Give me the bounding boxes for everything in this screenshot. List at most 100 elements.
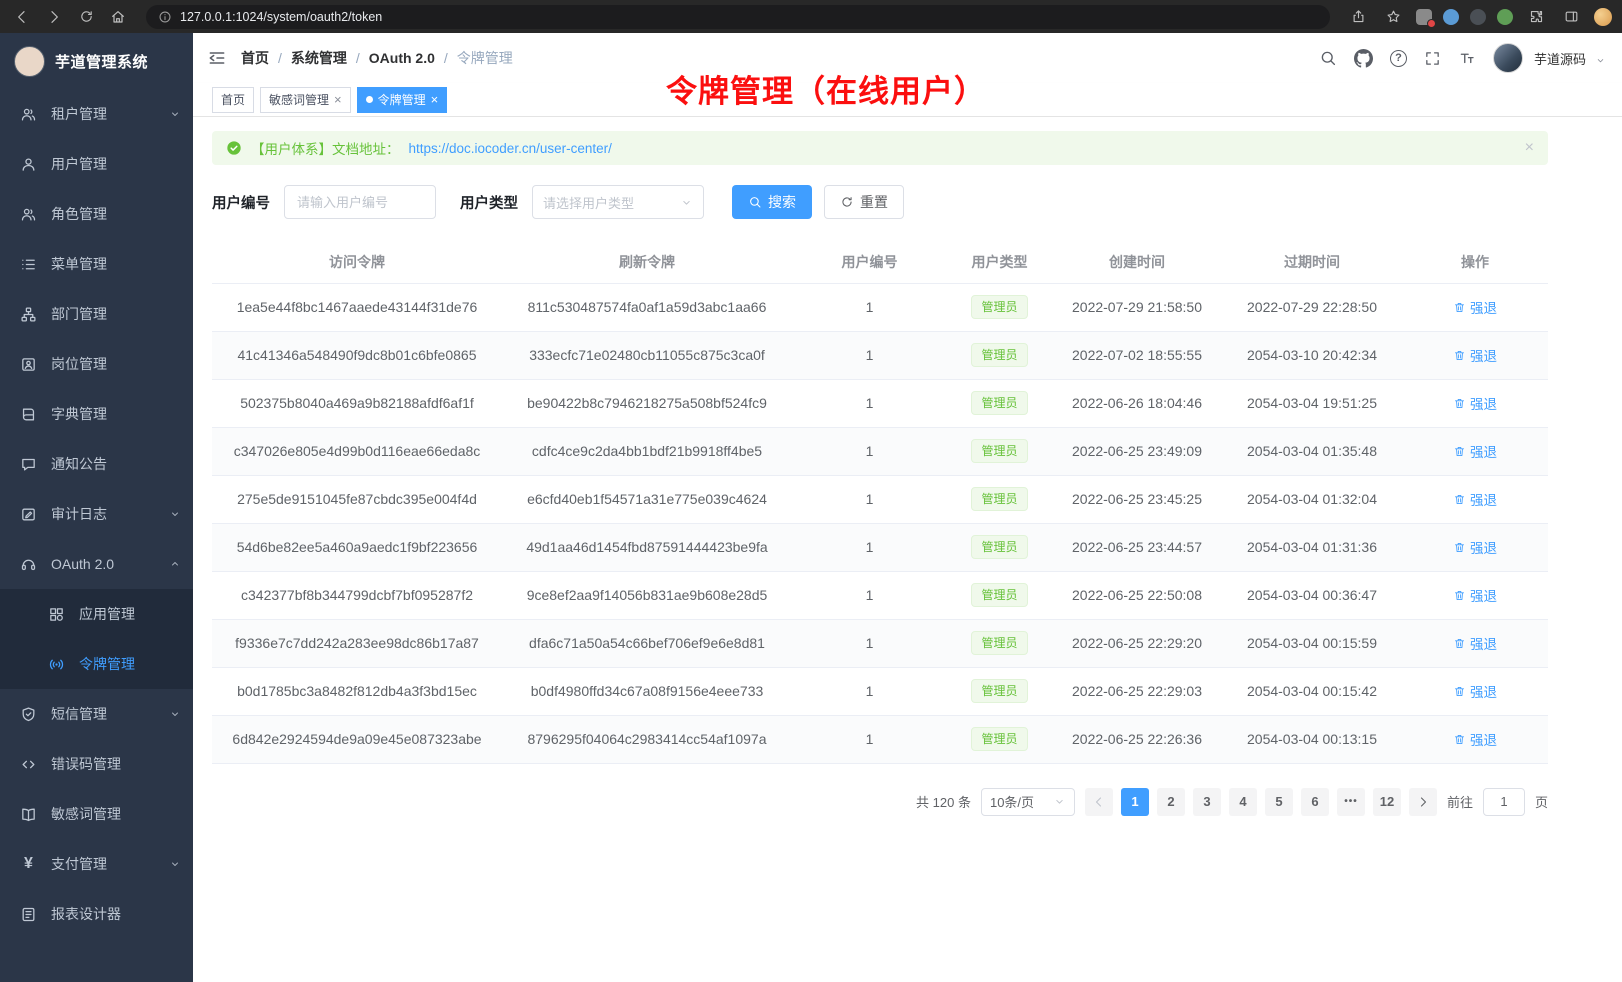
sidebar-item-label: 审计日志 [51, 504, 155, 524]
force-logout-button[interactable]: 强退 [1453, 681, 1497, 701]
sidebar-item-notice[interactable]: 通知公告 [0, 439, 193, 489]
close-icon[interactable]: × [431, 93, 439, 106]
next-page-button[interactable] [1409, 788, 1437, 816]
alert-doc-link[interactable]: https://doc.iocoder.cn/user-center/ [409, 141, 612, 156]
sidebar-item-app-management[interactable]: 应用管理 [0, 589, 193, 639]
create-time-cell: 2022-07-02 18:55:55 [1052, 331, 1222, 379]
sidebar-item-oauth[interactable]: OAuth 2.0 [0, 539, 193, 589]
sidebar-item-sms[interactable]: 短信管理 [0, 689, 193, 739]
page-size-select[interactable]: 10条/页 [981, 788, 1075, 816]
reload-icon[interactable] [74, 5, 98, 29]
sidebar-item-label: OAuth 2.0 [51, 556, 155, 572]
goto-page-input[interactable] [1483, 788, 1525, 816]
extension-icon-dark[interactable] [1470, 9, 1486, 25]
page-button-2[interactable]: 2 [1157, 788, 1185, 816]
refresh-token-cell: 8796295f04064c2983414cc54af1097a [502, 715, 792, 763]
extension-icon-green[interactable] [1497, 9, 1513, 25]
bookmark-star-icon[interactable] [1381, 5, 1405, 29]
refresh-token-cell: 9ce8ef2aa9f14056b831ae9b608e28d5 [502, 571, 792, 619]
refresh-icon [840, 195, 854, 209]
user-type-cell: 管理员 [947, 427, 1052, 475]
page-button-1[interactable]: 1 [1121, 788, 1149, 816]
page-button-6[interactable]: 6 [1301, 788, 1329, 816]
reset-button[interactable]: 重置 [824, 185, 904, 219]
sidebar-item-role[interactable]: 角色管理 [0, 189, 193, 239]
fullscreen-icon[interactable] [1424, 50, 1441, 67]
search-icon[interactable] [1319, 49, 1337, 67]
sidebar-item-error-code[interactable]: 错误码管理 [0, 739, 193, 789]
sidebar-item-user[interactable]: 用户管理 [0, 139, 193, 189]
sidebar-item-token-management[interactable]: 令牌管理 [0, 639, 193, 689]
tab-token-management[interactable]: 令牌管理 × [357, 87, 448, 113]
extension-icon-badged[interactable] [1416, 9, 1432, 25]
force-logout-button[interactable]: 强退 [1453, 585, 1497, 605]
user-type-badge: 管理员 [971, 439, 1027, 463]
force-logout-button[interactable]: 强退 [1453, 633, 1497, 653]
user-menu-caret-icon[interactable] [1595, 55, 1606, 66]
force-logout-button[interactable]: 强退 [1453, 537, 1497, 557]
search-button[interactable]: 搜索 [732, 185, 812, 219]
help-icon[interactable]: ? [1390, 50, 1407, 67]
breadcrumb-system[interactable]: 系统管理 [291, 48, 347, 68]
user-type-select[interactable]: 请选择用户类型 [532, 185, 704, 219]
user-id-input[interactable] [284, 185, 436, 219]
token-table: 访问令牌 刷新令牌 用户编号 用户类型 创建时间 过期时间 操作 [212, 241, 1548, 764]
close-icon[interactable]: × [1525, 139, 1534, 157]
trash-icon [1453, 637, 1466, 650]
page-button-5[interactable]: 5 [1265, 788, 1293, 816]
page-button-12[interactable]: 12 [1373, 788, 1401, 816]
create-time-cell: 2022-06-25 22:29:03 [1052, 667, 1222, 715]
force-logout-button[interactable]: 强退 [1453, 297, 1497, 317]
breadcrumb-home[interactable]: 首页 [241, 48, 269, 68]
sidebar-item-dept[interactable]: 部门管理 [0, 289, 193, 339]
main-area: 首页 / 系统管理 / OAuth 2.0 / 令牌管理 ? 芋道源码 [193, 33, 1622, 982]
browser-profile-avatar[interactable] [1594, 8, 1612, 26]
access-token-cell: 54d6be82ee5a460a9aedc1f9bf223656 [212, 523, 502, 571]
page-button-3[interactable]: 3 [1193, 788, 1221, 816]
expire-time-cell: 2054-03-04 00:15:42 [1222, 667, 1402, 715]
user-avatar[interactable] [1493, 43, 1523, 73]
access-token-cell: f9336e7c7dd242a283ee98dc86b17a87 [212, 619, 502, 667]
user-type-cell: 管理员 [947, 283, 1052, 331]
back-icon[interactable] [10, 5, 34, 29]
expire-time-cell: 2054-03-04 01:35:48 [1222, 427, 1402, 475]
more-pages-button[interactable]: ••• [1337, 788, 1365, 816]
force-logout-button[interactable]: 强退 [1453, 729, 1497, 749]
close-icon[interactable]: × [334, 93, 342, 106]
sidebar-item-post[interactable]: 岗位管理 [0, 339, 193, 389]
share-icon[interactable] [1346, 5, 1370, 29]
logo-avatar [14, 46, 45, 77]
tab-sensitive-words[interactable]: 敏感词管理 × [260, 87, 351, 113]
sidebar-item-label: 报表设计器 [51, 904, 181, 924]
sidebar-item-audit-log[interactable]: 审计日志 [0, 489, 193, 539]
breadcrumb-oauth[interactable]: OAuth 2.0 [369, 50, 435, 66]
sidebar-item-report-designer[interactable]: 报表设计器 [0, 889, 193, 939]
force-logout-button[interactable]: 强退 [1453, 345, 1497, 365]
url-bar[interactable]: 127.0.0.1:1024/system/oauth2/token [146, 5, 1330, 29]
sidebar-item-sensitive-words[interactable]: 敏感词管理 [0, 789, 193, 839]
forward-icon[interactable] [42, 5, 66, 29]
extension-icon-blue[interactable] [1443, 9, 1459, 25]
sidebar-item-menu[interactable]: 菜单管理 [0, 239, 193, 289]
force-logout-button[interactable]: 强退 [1453, 441, 1497, 461]
extensions-puzzle-icon[interactable] [1524, 5, 1548, 29]
site-info-icon[interactable] [158, 10, 172, 24]
font-size-icon[interactable] [1458, 49, 1476, 67]
sidebar-item-dict[interactable]: 字典管理 [0, 389, 193, 439]
sidebar-item-tenant[interactable]: 租户管理 [0, 89, 193, 139]
chevron-up-icon [169, 558, 181, 570]
force-logout-button[interactable]: 强退 [1453, 489, 1497, 509]
sidebar-item-payment[interactable]: ¥ 支付管理 [0, 839, 193, 889]
page-button-4[interactable]: 4 [1229, 788, 1257, 816]
success-check-icon [226, 140, 242, 156]
force-logout-button[interactable]: 强退 [1453, 393, 1497, 413]
home-icon[interactable] [106, 5, 130, 29]
user-type-badge: 管理员 [971, 679, 1027, 703]
prev-page-button[interactable] [1085, 788, 1113, 816]
sidebar-toggle-icon[interactable] [207, 48, 227, 68]
tab-home[interactable]: 首页 [212, 87, 254, 113]
github-icon[interactable] [1354, 49, 1373, 68]
side-panel-icon[interactable] [1559, 5, 1583, 29]
username[interactable]: 芋道源码 [1534, 49, 1586, 68]
force-logout-label: 强退 [1470, 537, 1497, 557]
